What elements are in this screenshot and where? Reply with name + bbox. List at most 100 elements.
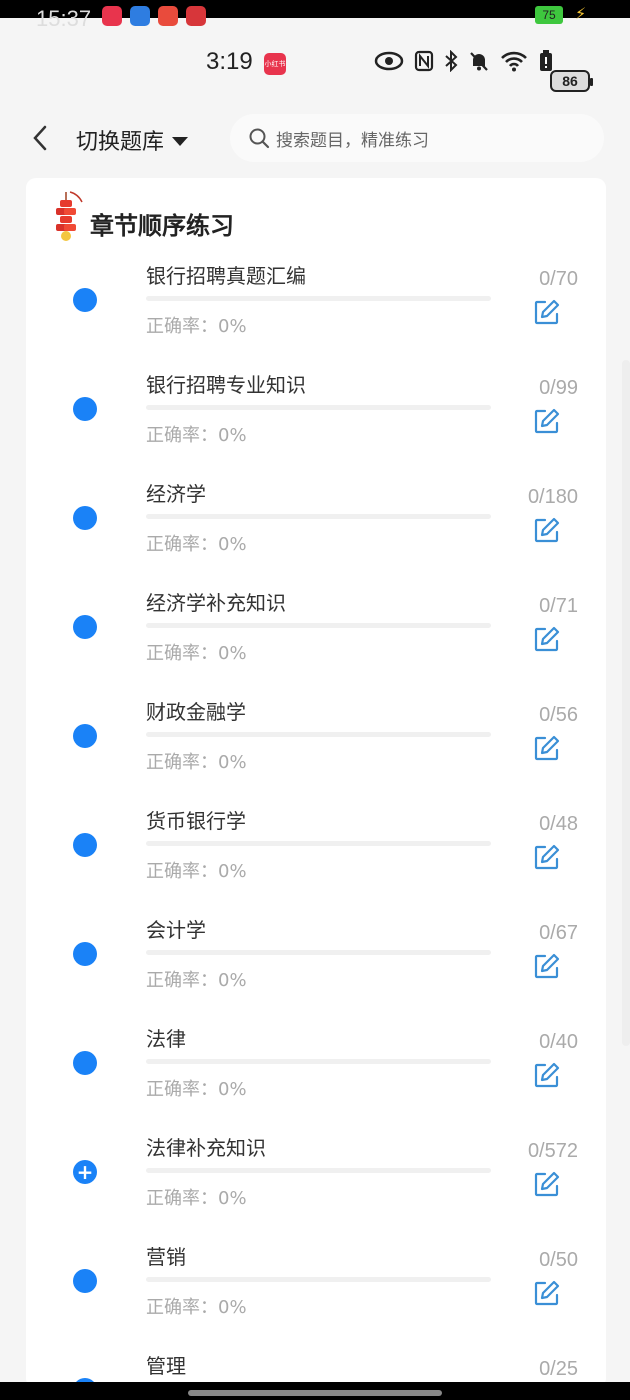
chapter-item[interactable]: 经济学 正确率：0% 0/180 <box>26 468 606 577</box>
bluetooth-icon <box>445 50 458 72</box>
triangle-app-icon <box>158 6 178 26</box>
chapter-item[interactable]: + 法律补充知识 正确率：0% 0/572 <box>26 1122 606 1231</box>
status-bar: 15:37 75 ⚡ 3:19 小红书 86 <box>0 4 630 106</box>
question-count: 0/71 <box>539 595 578 617</box>
edit-practice-icon[interactable] <box>533 843 561 871</box>
status-dot-icon <box>73 506 97 530</box>
edit-practice-icon[interactable] <box>533 407 561 435</box>
chapter-item[interactable]: 营销 正确率：0% 0/50 <box>26 1231 606 1340</box>
caret-down-icon <box>172 136 189 146</box>
accuracy-label: 正确率：0% <box>146 643 247 664</box>
system-status-icons <box>374 50 554 72</box>
chapter-title: 管理 <box>146 1354 186 1378</box>
accuracy-label: 正确率：0% <box>146 425 247 446</box>
home-indicator[interactable] <box>188 1390 442 1396</box>
edit-practice-icon[interactable] <box>533 734 561 762</box>
chapter-item[interactable]: 银行招聘真题汇编 正确率：0% 0/70 <box>26 250 606 359</box>
question-count: 0/572 <box>527 1140 578 1162</box>
edit-practice-icon[interactable] <box>533 1279 561 1307</box>
battery-saver-icon <box>540 50 552 71</box>
chapter-title: 银行招聘真题汇编 <box>146 264 306 288</box>
status-dot-icon <box>73 724 97 748</box>
ghost-time: 15:37 <box>36 6 92 31</box>
mute-bell-icon <box>470 52 488 71</box>
chapter-title: 法律 <box>146 1027 186 1051</box>
edit-practice-icon[interactable] <box>533 952 561 980</box>
progress-bar <box>146 1168 491 1173</box>
progress-bar <box>146 732 491 737</box>
question-count: 0/25 <box>539 1358 578 1380</box>
edit-practice-icon[interactable] <box>533 298 561 326</box>
progress-bar <box>146 950 491 955</box>
accuracy-label: 正确率：0% <box>146 1297 247 1318</box>
question-count: 0/56 <box>539 704 578 726</box>
question-count: 0/40 <box>539 1031 578 1053</box>
status-dot-icon <box>73 833 97 857</box>
search-placeholder: 搜索题目，精准练习 <box>276 130 429 151</box>
xiaohongshu-status-icon: 小红书 <box>264 53 286 75</box>
chapter-item[interactable]: 财政金融学正确率：0% 0/56 <box>26 686 606 795</box>
top-header: 切换题库 搜索题目，精准练习 <box>0 106 630 178</box>
section-header: 章节顺序练习 <box>50 190 234 242</box>
progress-bar <box>146 514 491 519</box>
chapter-title: 经济学补充知识 <box>146 591 286 615</box>
chapter-title: 银行招聘专业知识 <box>146 373 306 397</box>
question-count: 0/48 <box>539 813 578 835</box>
scrollbar[interactable] <box>622 360 630 1046</box>
accuracy-label: 正确率：0% <box>146 1079 247 1100</box>
expand-plus-icon[interactable]: + <box>73 1160 97 1184</box>
red-app-icon <box>186 6 206 26</box>
edit-practice-icon[interactable] <box>533 1061 561 1089</box>
switch-question-bank-button[interactable]: 切换题库 <box>76 124 189 156</box>
accuracy-label: 正确率：0% <box>146 534 247 555</box>
chapter-item[interactable]: 法律正确率：0% 0/40 <box>26 1013 606 1122</box>
progress-bar <box>146 1277 491 1282</box>
status-dot-icon <box>73 1051 97 1075</box>
eye-icon <box>374 51 404 71</box>
chapter-item[interactable]: 经济学补充知识 正确率：0% 0/71 <box>26 577 606 686</box>
accuracy-label: 正确率：0% <box>146 316 247 337</box>
chapter-title: 营销 <box>146 1245 186 1269</box>
back-button[interactable] <box>24 122 56 154</box>
question-count: 0/67 <box>539 922 578 944</box>
question-count: 0/70 <box>539 268 578 290</box>
accuracy-label: 正确率：0% <box>146 752 247 773</box>
status-dot-icon <box>73 397 97 421</box>
chapter-title: 会计学 <box>146 918 206 942</box>
progress-bar <box>146 405 491 410</box>
u-app-icon <box>130 6 150 26</box>
chapter-practice-card: 章节顺序练习 银行招聘真题汇编 正确率：0% 0/70 银行招聘专业知识 正确率：0% 0… <box>26 178 606 1388</box>
status-time: 3:19 <box>206 48 253 75</box>
chapter-title: 货币银行学 <box>146 809 246 833</box>
search-input[interactable]: 搜索题目，精准练习 <box>230 114 604 162</box>
firecracker-icon <box>56 191 83 241</box>
chapter-title: 财政金融学 <box>146 700 246 724</box>
chapter-item[interactable]: 货币银行学 正确率：0% 0/48 <box>26 795 606 904</box>
progress-bar <box>146 623 491 628</box>
search-icon <box>249 128 270 149</box>
notification-app-icons <box>102 6 206 26</box>
xiaohongshu-app-icon <box>102 6 122 26</box>
chapter-item[interactable]: 会计学正确率：0% 0/67 <box>26 904 606 1013</box>
chapter-title: 法律补充知识 <box>146 1136 266 1160</box>
progress-bar <box>146 1059 491 1064</box>
section-title: 章节顺序练习 <box>90 211 234 240</box>
chevron-left-icon <box>33 125 47 151</box>
edit-practice-icon[interactable] <box>533 516 561 544</box>
question-count: 0/180 <box>527 486 578 508</box>
edit-practice-icon[interactable] <box>533 1170 561 1198</box>
edit-practice-icon[interactable] <box>533 625 561 653</box>
nfc-icon <box>414 50 434 72</box>
progress-bar <box>146 841 491 846</box>
chapter-item[interactable]: 银行招聘专业知识 正确率：0% 0/99 <box>26 359 606 468</box>
battery-small-indicator: 75 <box>535 6 563 24</box>
accuracy-label: 正确率：0% <box>146 970 247 991</box>
status-dot-icon <box>73 288 97 312</box>
charging-bolt-icon: ⚡ <box>575 4 587 23</box>
switch-bank-label: 切换题库 <box>76 130 165 155</box>
status-dot-icon <box>73 615 97 639</box>
chapter-item[interactable]: 管理正确率：0%0/25 <box>26 1340 606 1388</box>
status-dot-icon <box>73 1269 97 1293</box>
question-count: 0/99 <box>539 377 578 399</box>
wifi-icon <box>501 51 527 72</box>
